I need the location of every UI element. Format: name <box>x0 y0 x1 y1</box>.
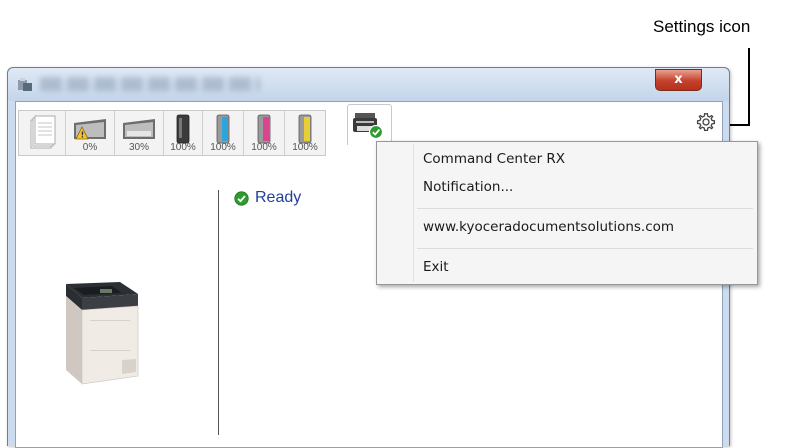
tray-1-percent: 0% <box>82 142 98 153</box>
tray-1-cell[interactable]: ! 0% <box>66 111 115 155</box>
tray-2-cell[interactable]: 30% <box>115 111 164 155</box>
paper-stack-icon <box>30 115 56 149</box>
toner-cyan-icon <box>216 114 230 144</box>
svg-text:!: ! <box>81 131 85 140</box>
toner-black-percent: 100% <box>170 142 196 153</box>
menu-separator <box>417 248 753 249</box>
toner-yellow-percent: 100% <box>292 142 318 153</box>
toner-yellow-cell[interactable]: 100% <box>285 111 325 155</box>
menu-separator <box>417 208 753 209</box>
toner-magenta-percent: 100% <box>251 142 277 153</box>
annotation-label: Settings icon <box>653 17 751 36</box>
menu-item-exit[interactable]: Exit <box>423 259 449 275</box>
toner-magenta-icon <box>257 114 271 144</box>
window-title-blurred: blurred title <box>40 77 260 91</box>
settings-context-menu: Command Center RX Notification... www.ky… <box>376 141 758 285</box>
panel-divider <box>218 190 219 435</box>
status-ready: Ready <box>234 189 301 207</box>
toner-cyan-percent: 100% <box>210 142 236 153</box>
toner-black-icon <box>176 114 190 144</box>
annotation-line-vertical <box>748 48 750 126</box>
paper-cell[interactable] <box>19 111 66 155</box>
status-text: Ready <box>255 189 302 206</box>
tray-warning-icon: ! <box>74 119 106 140</box>
toner-cyan-cell[interactable]: 100% <box>203 111 244 155</box>
printer-image <box>66 282 139 385</box>
check-circle-icon <box>234 190 249 206</box>
settings-gear-icon[interactable] <box>696 112 716 132</box>
tray-icon <box>123 119 155 139</box>
toner-yellow-icon <box>298 114 312 144</box>
title-bar[interactable]: blurred title x <box>8 68 729 101</box>
device-tab[interactable] <box>347 104 392 145</box>
app-icon <box>18 78 32 91</box>
status-strip: ! 0% 30% 100% 100% 100% 100% <box>18 110 326 156</box>
toner-magenta-cell[interactable]: 100% <box>244 111 285 155</box>
tray-2-percent: 30% <box>128 142 149 153</box>
toner-black-cell[interactable]: 100% <box>164 111 203 155</box>
menu-item-command-center[interactable]: Command Center RX <box>423 151 565 167</box>
menu-item-website[interactable]: www.kyoceradocumentsolutions.com <box>423 219 674 235</box>
menu-gutter <box>413 144 414 282</box>
close-button[interactable]: x <box>655 69 702 91</box>
printer-status-icon <box>353 113 384 140</box>
menu-item-notification[interactable]: Notification... <box>423 179 513 195</box>
